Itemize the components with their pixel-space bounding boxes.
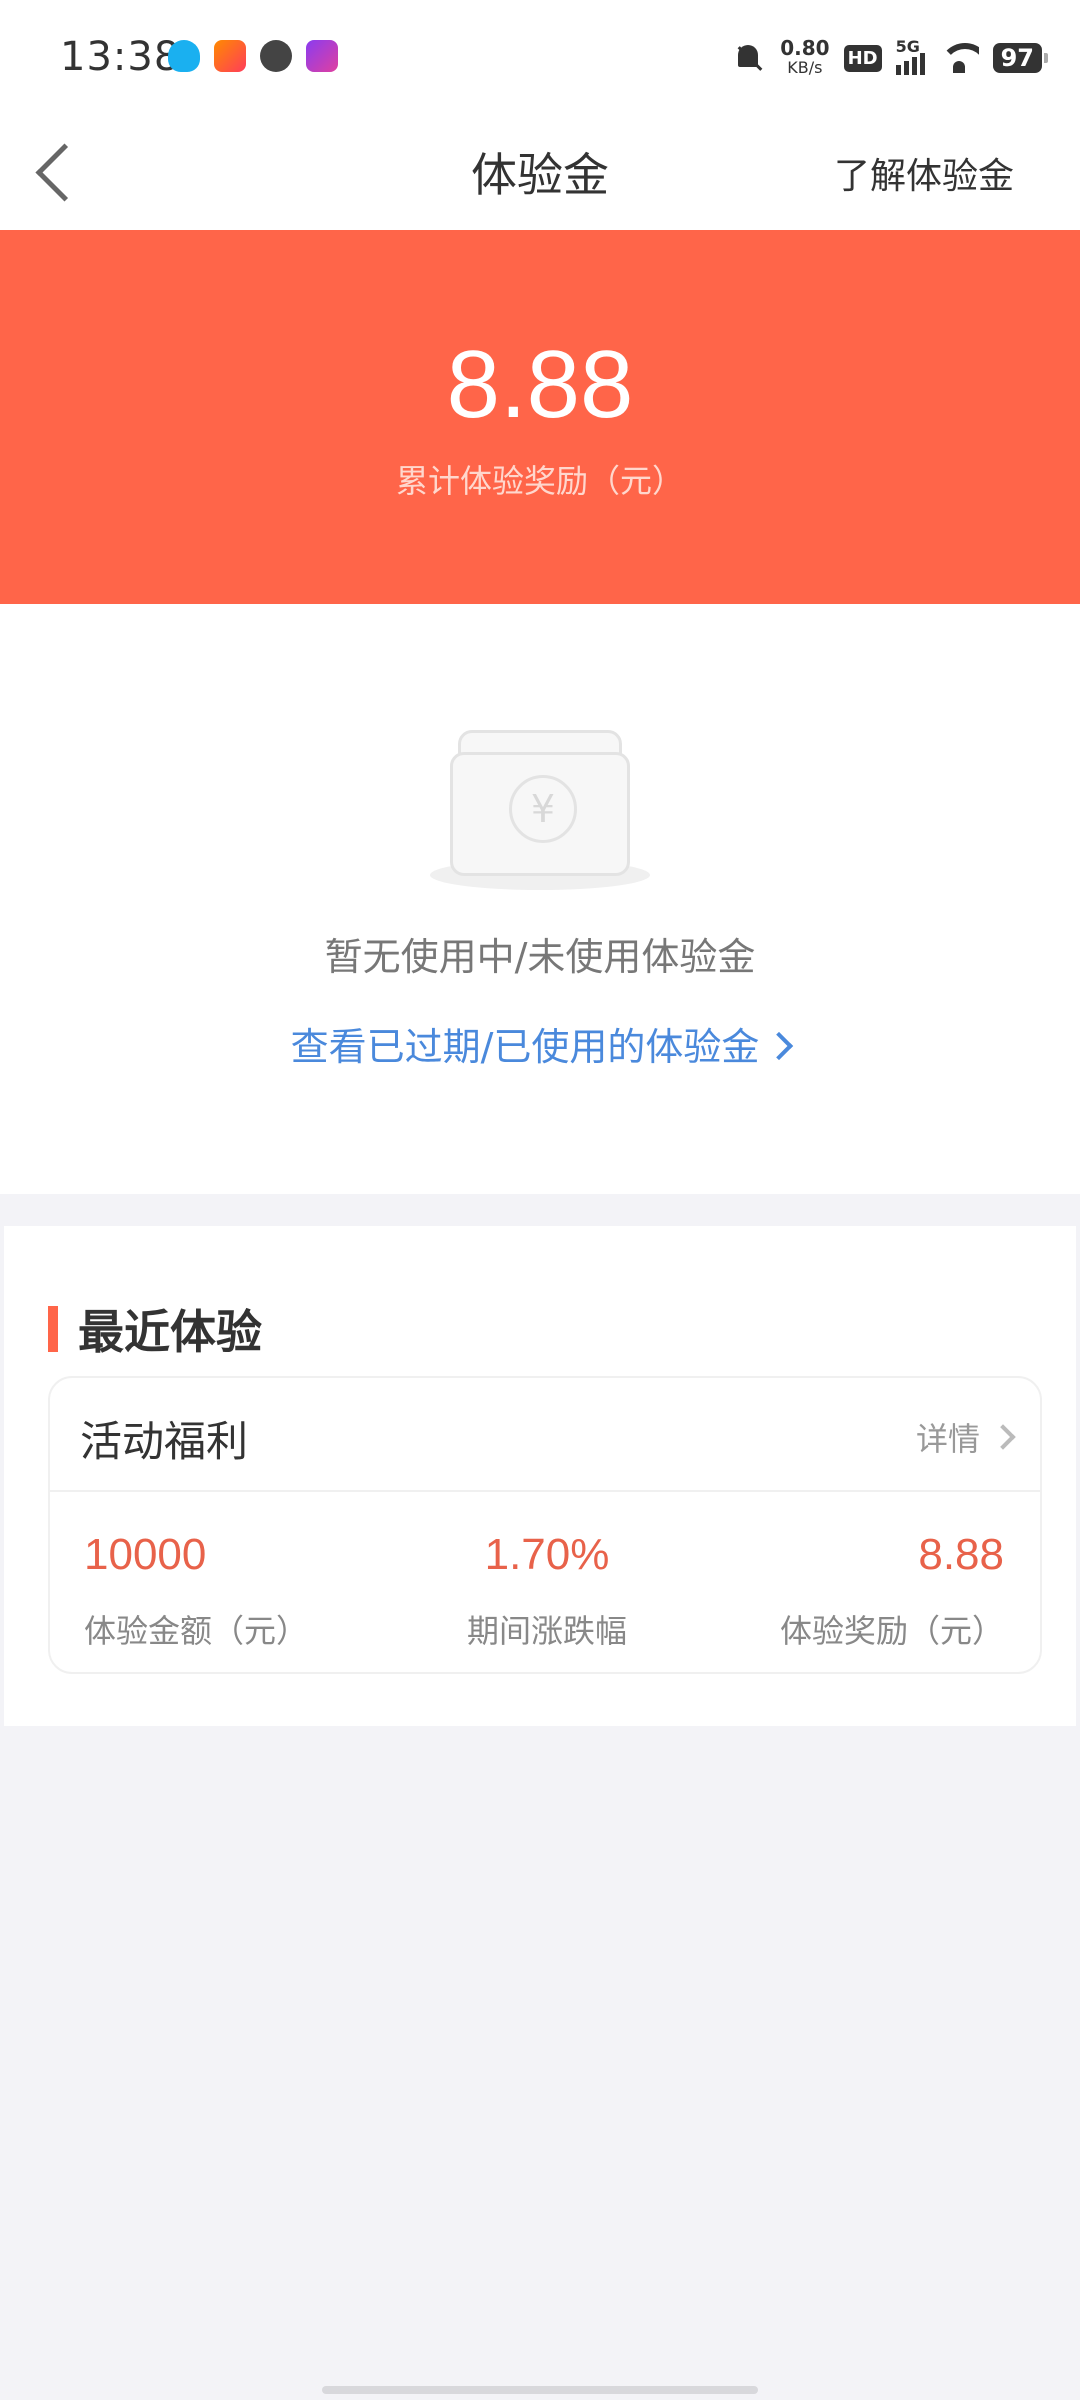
view-expired-link[interactable]: 查看已过期/已使用的体验金 <box>0 1016 1080 1071</box>
signal-5g-icon: 5G <box>895 37 925 75</box>
hd-icon: HD <box>843 44 882 72</box>
notification-icons <box>168 40 338 72</box>
stat-label: 体验奖励（元） <box>779 1612 1004 1650</box>
home-indicator[interactable] <box>322 2386 758 2394</box>
mute-bell-icon <box>732 41 766 75</box>
stat-reward: 8.88 体验奖励（元） <box>780 1530 1004 1652</box>
network-speed-unit: KB/s <box>787 58 823 77</box>
status-bar: 13:38 0.80 KB/s HD 5G 97 <box>0 0 1080 115</box>
chevron-right-icon <box>765 1031 794 1060</box>
recent-section: 最近体验 活动福利 详情 10000 体验金额（元） 1.70% 期间涨跌幅 8… <box>4 1226 1076 1726</box>
card-header: 活动福利 详情 <box>50 1378 1040 1492</box>
signal-bar <box>895 65 901 75</box>
empty-state: ¥ 暂无使用中/未使用体验金 查看已过期/已使用的体验金 <box>0 604 1080 1194</box>
signal-bar <box>919 53 925 75</box>
message-icon <box>260 40 292 72</box>
shopping-app-icon <box>214 40 246 72</box>
view-expired-link-label: 查看已过期/已使用的体验金 <box>290 1025 760 1069</box>
wallet-yuan-icon: ¥ <box>430 730 650 900</box>
card-title: 活动福利 <box>80 1417 249 1466</box>
total-reward-amount: 8.88 <box>446 331 634 438</box>
recent-header: 最近体验 <box>48 1296 262 1362</box>
battery-icon: 97 <box>992 43 1049 73</box>
nav-bar: 体验金 了解体验金 <box>0 115 1080 230</box>
status-indicators: 0.80 KB/s HD 5G 97 <box>732 37 1049 78</box>
network-speed: 0.80 KB/s <box>780 38 829 78</box>
empty-message: 暂无使用中/未使用体验金 <box>324 935 756 979</box>
signal-bar <box>911 57 917 75</box>
recent-title: 最近体验 <box>78 1305 262 1359</box>
qq-icon <box>168 40 200 72</box>
wifi-icon <box>938 43 979 73</box>
bank-app-icon <box>306 40 338 72</box>
detail-link-label: 详情 <box>915 1420 980 1458</box>
total-reward-label: 累计体验奖励（元） <box>395 462 684 500</box>
yuan-coin-icon: ¥ <box>509 775 577 843</box>
detail-link[interactable]: 详情 <box>915 1414 1016 1460</box>
network-speed-value: 0.80 <box>780 36 830 60</box>
signal-bar <box>903 61 909 75</box>
reward-banner: 8.88 累计体验奖励（元） <box>0 230 1080 604</box>
stat-value: 8.88 <box>918 1530 1004 1579</box>
status-time: 13:38 <box>60 34 181 80</box>
network-type: 5G <box>895 37 920 56</box>
chevron-right-icon <box>990 1424 1016 1450</box>
back-icon[interactable] <box>24 135 94 205</box>
record-card[interactable]: 活动福利 详情 10000 体验金额（元） 1.70% 期间涨跌幅 8.88 体… <box>48 1376 1042 1674</box>
section-accent-bar <box>48 1306 58 1352</box>
learn-more-link[interactable]: 了解体验金 <box>834 147 1014 199</box>
wallet-front: ¥ <box>450 752 630 876</box>
